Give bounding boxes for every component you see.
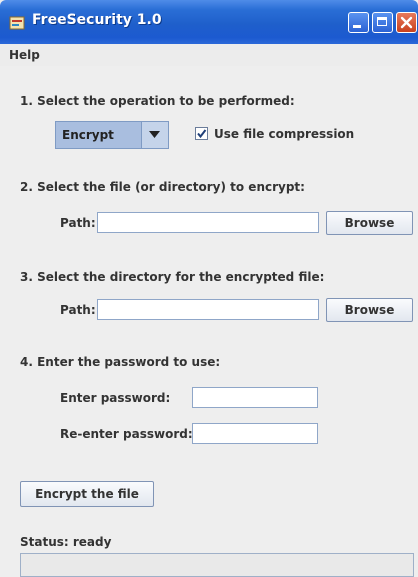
step2-heading: 2. Select the file (or directory) to enc… — [20, 180, 305, 194]
dest-path-label: Path: — [60, 303, 96, 317]
minimize-button[interactable] — [348, 12, 369, 33]
source-path-label: Path: — [60, 216, 96, 230]
source-path-input[interactable] — [97, 212, 319, 233]
password-label: Enter password: — [60, 391, 171, 405]
operation-dropdown[interactable]: Encrypt — [55, 121, 169, 149]
dest-path-input[interactable] — [97, 299, 319, 320]
dropdown-arrow-icon[interactable] — [141, 122, 168, 148]
reenter-password-field[interactable] — [192, 423, 318, 444]
compression-checkbox[interactable] — [195, 127, 208, 140]
password-field[interactable] — [192, 387, 318, 408]
app-icon — [9, 15, 25, 31]
minimize-icon — [353, 25, 361, 28]
compression-label: Use file compression — [214, 127, 355, 141]
status-bar — [20, 553, 414, 577]
dest-browse-button[interactable]: Browse — [326, 298, 413, 322]
operation-value: Encrypt — [62, 128, 114, 142]
window-title: FreeSecurity 1.0 — [32, 12, 162, 28]
step1-heading: 1. Select the operation to be performed: — [20, 94, 295, 108]
menu-help[interactable]: Help — [9, 48, 40, 62]
close-icon — [400, 16, 413, 29]
step3-heading: 3. Select the directory for the encrypte… — [20, 270, 325, 284]
close-button[interactable] — [396, 12, 417, 33]
status-text: Status: ready — [20, 535, 112, 549]
source-browse-button[interactable]: Browse — [326, 211, 413, 235]
maximize-icon — [377, 17, 387, 26]
step4-heading: 4. Enter the password to use: — [20, 355, 221, 369]
reenter-password-label: Re-enter password: — [60, 427, 193, 441]
encrypt-file-button[interactable]: Encrypt the file — [20, 481, 154, 507]
maximize-button[interactable] — [372, 12, 393, 33]
title-bar[interactable]: FreeSecurity 1.0 — [0, 0, 418, 44]
checkmark-icon — [197, 129, 207, 139]
menu-bar: Help — [0, 44, 418, 66]
